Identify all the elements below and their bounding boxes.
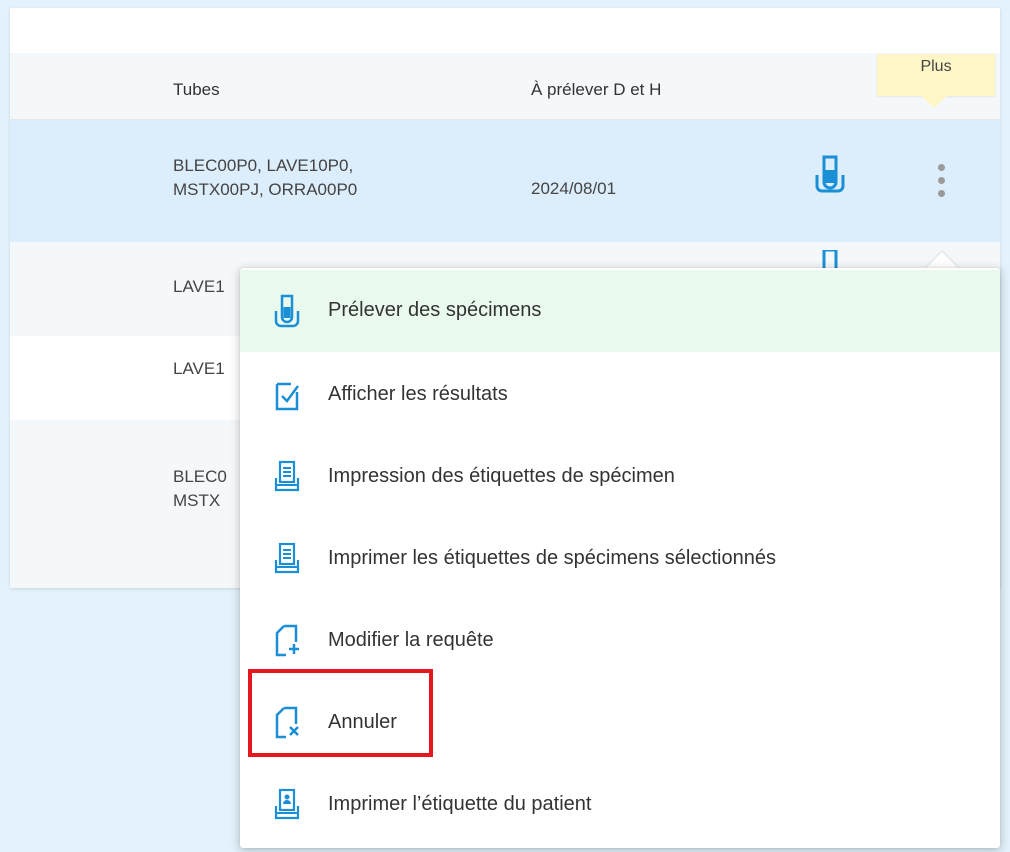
column-header-date: À prélever D et H	[531, 80, 662, 99]
menu-item-collect-specimens[interactable]: Prélever des spécimens	[240, 270, 1000, 352]
patient-label-printer-icon	[274, 788, 300, 822]
more-tooltip: Plus	[877, 54, 995, 108]
date-cell: 2024/08/01	[531, 179, 617, 198]
test-tube-icon[interactable]	[815, 155, 845, 198]
table-header: Tubes À prélever D et H	[10, 53, 1000, 120]
tubes-cell: LAVE1	[173, 359, 225, 378]
dot-icon	[937, 190, 945, 197]
printer-icon	[274, 460, 300, 494]
menu-item-label: Modifier la requête	[328, 629, 494, 651]
menu-item-label: Imprimer l’étiquette du patient	[328, 793, 592, 815]
checklist-icon	[274, 378, 300, 412]
menu-item-label: Prélever des spécimens	[328, 299, 542, 321]
menu-item-edit-request[interactable]: Modifier la requête	[240, 600, 1000, 682]
dot-icon	[937, 164, 945, 171]
document-plus-icon	[274, 624, 300, 658]
printer-icon	[274, 542, 300, 576]
dot-icon	[937, 177, 945, 184]
menu-caret	[925, 252, 959, 269]
menu-item-print-patient-label[interactable]: Imprimer l’étiquette du patient	[240, 764, 1000, 846]
tubes-cell: LAVE1	[173, 277, 225, 296]
column-header-tubes: Tubes	[173, 80, 220, 99]
more-options-button[interactable]	[934, 164, 948, 204]
menu-item-print-specimen-labels[interactable]: Impression des étiquettes de spécimen	[240, 436, 1000, 518]
menu-item-cancel[interactable]: Annuler	[240, 682, 1000, 764]
menu-item-print-selected-labels[interactable]: Imprimer les étiquettes de spécimens sél…	[240, 518, 1000, 600]
menu-item-label: Afficher les résultats	[328, 383, 508, 405]
menu-item-label: Impression des étiquettes de spécimen	[328, 465, 675, 487]
test-tube-icon	[274, 294, 300, 328]
more-options-menu: Prélever des spécimens Afficher les résu…	[240, 268, 1000, 848]
table-row[interactable]: BLEC00P0, LAVE10P0, MSTX00PJ, ORRA00P0 2…	[10, 120, 1000, 242]
tubes-cell: BLEC0 MSTX	[173, 467, 227, 510]
menu-item-label: Imprimer les étiquettes de spécimens sél…	[328, 547, 776, 569]
document-cancel-icon	[274, 706, 300, 740]
menu-item-view-results[interactable]: Afficher les résultats	[240, 354, 1000, 436]
tubes-cell: BLEC00P0, LAVE10P0, MSTX00PJ, ORRA00P0	[173, 156, 358, 199]
menu-item-label: Annuler	[328, 711, 397, 733]
